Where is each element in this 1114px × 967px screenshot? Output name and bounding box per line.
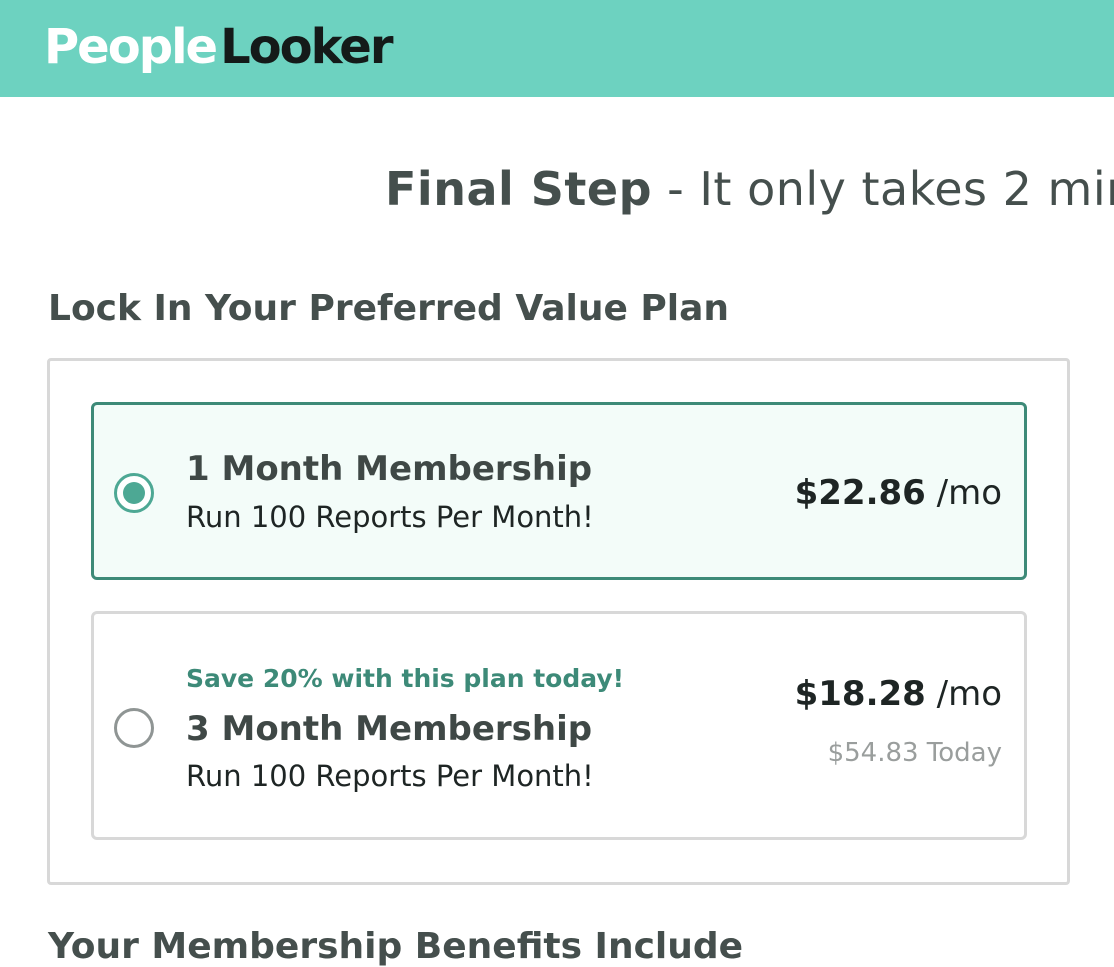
header-bar: People Loo ker	[0, 0, 1114, 97]
radio-unselected-icon[interactable]	[114, 708, 154, 748]
plan-total-today: $54.83 Today	[827, 738, 1002, 768]
page-heading-bold: Final Step	[385, 162, 653, 216]
plan-price-unit: /mo	[925, 674, 1002, 714]
plan-price-unit: /mo	[925, 473, 1002, 513]
peoplelooker-logo[interactable]: People Loo ker	[44, 14, 393, 80]
plan-option-1-month[interactable]: 1 Month Membership Run 100 Reports Per M…	[91, 402, 1027, 580]
logo-text-people: People	[44, 19, 218, 75]
logo-eyes-icon: oo	[248, 19, 313, 75]
plan-description: Run 100 Reports Per Month!	[186, 759, 594, 793]
plan-price: $22.86 /mo	[795, 473, 1002, 513]
plan-section-title: Lock In Your Preferred Value Plan	[48, 288, 730, 329]
plan-price: $18.28 /mo	[795, 674, 1002, 714]
plan-name: 3 Month Membership	[186, 709, 593, 749]
plan-option-3-month[interactable]: Save 20% with this plan today! 3 Month M…	[91, 611, 1027, 840]
plan-price-amount: $18.28	[794, 674, 926, 714]
benefits-section-title: Your Membership Benefits Include	[48, 926, 744, 967]
logo-text-looker: Loo ker	[220, 19, 393, 75]
savings-badge: Save 20% with this plan today!	[186, 664, 625, 693]
plan-description: Run 100 Reports Per Month!	[186, 500, 594, 534]
page-heading: Final Step - It only takes 2 min	[385, 162, 1114, 216]
plan-name: 1 Month Membership	[186, 449, 593, 489]
radio-selected-icon[interactable]	[114, 473, 154, 513]
plan-price-amount: $22.86	[794, 473, 926, 513]
page-heading-rest: - It only takes 2 min	[652, 162, 1114, 216]
